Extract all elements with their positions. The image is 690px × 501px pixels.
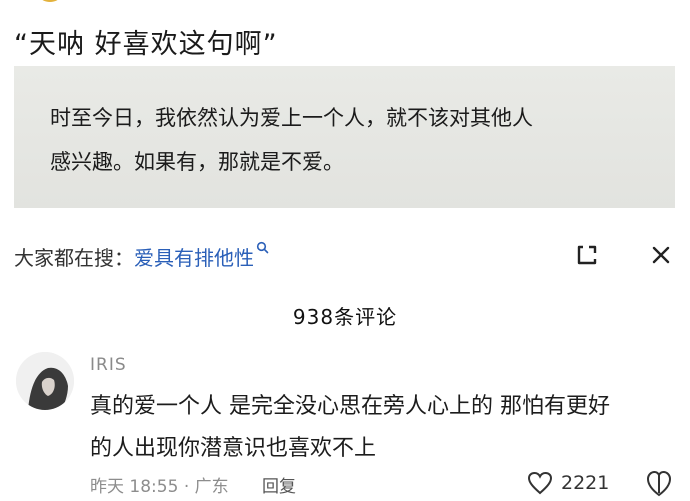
- emoji-icon[interactable]: [645, 469, 673, 497]
- heart-icon: [527, 471, 553, 495]
- comment-text: 真的爱一个人 是完全没心思在旁人心上的 那怕有更好 的人出现你潜意识也喜欢不上: [90, 386, 680, 470]
- quote-line-1: 时至今日，我依然认为爱上一个人，就不该对其他人: [50, 106, 533, 130]
- reply-button[interactable]: 回复: [262, 477, 296, 497]
- comment-line-1: 真的爱一个人 是完全没心思在旁人心上的 那怕有更好: [90, 394, 610, 419]
- search-icon: [256, 241, 269, 258]
- like-button[interactable]: 2221: [527, 469, 609, 497]
- comment-location: · 广东: [183, 477, 229, 497]
- comment-line-2: 的人出现你潜意识也喜欢不上: [90, 436, 377, 461]
- post-title: “天呐 好喜欢这句啊”: [14, 29, 278, 60]
- comment-meta: 昨天 18:55 · 广东 回复: [90, 472, 296, 497]
- like-count: 2221: [561, 472, 610, 494]
- search-suggestion-prefix: 大家都在搜：: [14, 245, 134, 270]
- close-icon[interactable]: [647, 241, 675, 269]
- quote-image[interactable]: 时至今日，我依然认为爱上一个人，就不该对其他人 感兴趣。如果有，那就是不爱。: [14, 66, 675, 208]
- search-suggestion-term[interactable]: 爱具有排他性: [134, 242, 254, 271]
- top-partial-avatar: [40, 0, 60, 2]
- quote-line-2: 感兴趣。如果有，那就是不爱。: [50, 150, 344, 174]
- search-suggestion[interactable]: 大家都在搜： 爱具有排他性: [14, 241, 269, 271]
- comment-time: 昨天 18:55: [90, 477, 179, 497]
- comment-count: 938条评论: [292, 305, 398, 329]
- expand-icon[interactable]: [575, 243, 601, 269]
- avatar[interactable]: [16, 352, 74, 410]
- comment-username[interactable]: IRIS: [90, 355, 127, 375]
